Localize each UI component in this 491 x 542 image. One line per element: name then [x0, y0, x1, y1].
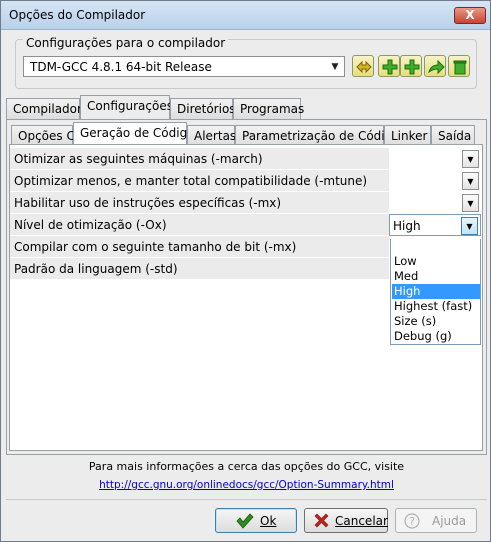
chevron-down-icon[interactable]: ▼: [462, 150, 479, 168]
cancel-label: Cancelar: [335, 514, 388, 528]
compiler-settings-label: Configurações para o compilador: [23, 36, 229, 50]
dropdown-option-selected[interactable]: High: [392, 284, 480, 299]
chevron-down-icon[interactable]: ▼: [461, 217, 478, 235]
checkmark-icon: [236, 513, 254, 529]
help-label: Ajuda: [432, 514, 467, 528]
option-label: Optimizar menos, e manter total compatib…: [14, 174, 368, 188]
add-set-folder-button[interactable]: [400, 55, 422, 77]
dropdown-option[interactable]: [392, 240, 480, 255]
option-label: Compilar com o seguinte tamanho de bit (…: [14, 240, 297, 254]
option-label: Padrão da linguagem (-std): [14, 262, 178, 276]
close-button[interactable]: X: [454, 7, 486, 24]
tab-configuracoes[interactable]: Configurações: [80, 95, 173, 119]
ok-label: Ok: [260, 514, 277, 528]
rename-set-button[interactable]: [352, 55, 374, 77]
tab-geracao-codigo[interactable]: Geração de Código: [73, 122, 195, 146]
divider: [6, 499, 487, 500]
chevron-down-icon: ▼: [331, 62, 339, 72]
export-arrow-icon: [428, 59, 445, 75]
gcc-docs-link[interactable]: http://gcc.gnu.org/onlinedocs/gcc/Option…: [1, 479, 491, 491]
compiler-options-dialog: Opções do Compilador X Configurações par…: [0, 0, 491, 542]
rename-set-icon: [356, 60, 372, 74]
dropdown-option[interactable]: Highest (fast): [392, 299, 480, 314]
cancel-button[interactable]: Cancelar: [304, 508, 388, 533]
chevron-down-icon[interactable]: ▼: [462, 194, 479, 212]
plus-icon: [404, 59, 420, 75]
option-row: Habilitar uso de instruções específicas …: [10, 192, 389, 214]
dropdown-option[interactable]: Size (s): [392, 314, 480, 329]
tab-opcoes-c[interactable]: Opções C: [11, 125, 75, 146]
option-value-cell[interactable]: ▼: [389, 148, 481, 170]
option-value-cell[interactable]: ▼: [389, 170, 481, 192]
option-row: Padrão da linguagem (-std): [10, 258, 389, 280]
option-row: Compilar com o seguinte tamanho de bit (…: [10, 236, 389, 258]
tab-parametrizacao-codigo[interactable]: Parametrização de Código: [235, 125, 400, 146]
plus-icon: [382, 59, 398, 75]
optimization-level-list: Low Med High Highest (fast) Size (s) Deb…: [390, 239, 481, 345]
option-label: Otimizar as seguintes máquinas (-march): [14, 152, 263, 166]
add-set-button[interactable]: [378, 55, 400, 77]
trash-icon: [453, 60, 467, 75]
title-bar: Opções do Compilador X: [1, 1, 490, 30]
tab-saida[interactable]: Saída: [431, 125, 475, 146]
optimization-level-select[interactable]: High ▼: [389, 214, 481, 236]
dropdown-option[interactable]: Debug (g): [392, 329, 480, 344]
cancel-x-icon: [314, 513, 329, 528]
gcc-info-text: Para mais informações a cerca das opções…: [88, 460, 405, 473]
help-question-icon: ?: [404, 513, 420, 529]
tab-diretorios[interactable]: Diretórios: [170, 98, 236, 119]
option-row: Otimizar as seguintes máquinas (-march): [10, 148, 389, 170]
option-row: Optimizar menos, e manter total compatib…: [10, 170, 389, 192]
option-label: Habilitar uso de instruções específicas …: [14, 196, 282, 210]
dropdown-option[interactable]: Low: [392, 254, 480, 269]
export-set-button[interactable]: [424, 55, 446, 77]
tab-compilador[interactable]: Compilador: [6, 98, 82, 119]
option-value-cell[interactable]: ▼: [389, 192, 481, 214]
option-value: High: [393, 219, 421, 233]
option-label: Nível de otimização (-Ox): [14, 218, 167, 232]
chevron-down-icon[interactable]: ▼: [462, 172, 479, 190]
svg-text:?: ?: [409, 515, 415, 528]
tab-alertas[interactable]: Alertas: [187, 125, 236, 146]
compiler-select-value: TDM-GCC 4.8.1 64-bit Release: [30, 60, 212, 74]
delete-set-button[interactable]: [448, 55, 470, 77]
tab-programas[interactable]: Programas: [233, 98, 304, 119]
ok-button[interactable]: Ok: [215, 508, 297, 533]
option-row: Nível de otimização (-Ox): [10, 214, 389, 236]
compiler-select[interactable]: TDM-GCC 4.8.1 64-bit Release ▼: [23, 56, 345, 77]
help-button[interactable]: ? Ajuda: [395, 508, 477, 533]
window-title: Opções do Compilador: [9, 8, 146, 22]
tab-linker[interactable]: Linker: [384, 125, 431, 146]
dropdown-option[interactable]: Med: [392, 269, 480, 284]
